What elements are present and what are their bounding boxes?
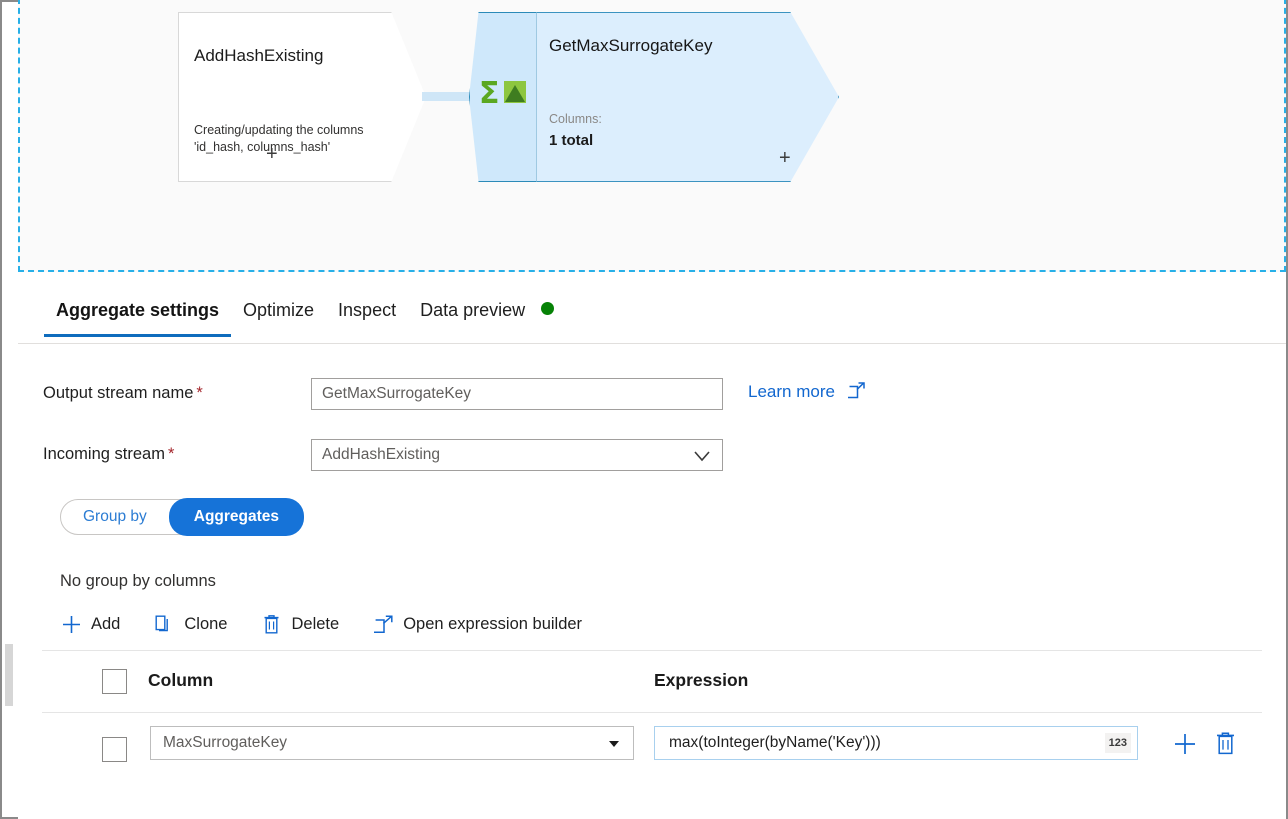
select-all-checkbox[interactable] (102, 669, 127, 694)
toggle-option-aggregates[interactable]: Aggregates (169, 498, 304, 536)
row-column-value: MaxSurrogateKey (163, 734, 287, 751)
aggregates-table: Column Expression MaxSurrogateKey max(to… (42, 650, 1262, 785)
open-expression-builder-label: Open expression builder (403, 615, 582, 634)
scrollbar-thumb[interactable] (5, 644, 13, 706)
tab-label: Optimize (243, 300, 314, 320)
add-button[interactable]: Add (60, 613, 120, 635)
panel-vertical-scrollbar[interactable] (4, 272, 14, 817)
copy-icon (153, 613, 175, 635)
tab-label: Data preview (420, 300, 525, 320)
aggregate-settings-panel: Output stream name* Learn more Incoming … (18, 344, 1286, 819)
svg-text:Σ: Σ (479, 76, 500, 111)
column-header-expression: Expression (654, 670, 748, 691)
dataflow-node-getmaxsurrogatekey[interactable]: Σ GetMaxSurrogateKey Columns: 1 total + (301, 0, 925, 194)
chevron-down-icon (692, 447, 712, 477)
tab-label: Aggregate settings (56, 300, 219, 320)
window-frame: AddHashExisting Creating/updating the co… (0, 0, 1288, 819)
incoming-stream-row: Incoming stream* AddHashExisting (43, 439, 1143, 471)
data-preview-status-dot (541, 302, 554, 315)
chevron-down-icon (609, 741, 619, 747)
transformation-tabstrip: Aggregate settings Optimize Inspect Data… (18, 288, 1286, 344)
learn-more-link[interactable]: Learn more (748, 382, 865, 404)
tab-label: Inspect (338, 300, 396, 320)
incoming-stream-dropdown[interactable]: AddHashExisting (311, 439, 723, 471)
node-title: GetMaxSurrogateKey (549, 36, 712, 56)
clone-button[interactable]: Clone (153, 613, 227, 635)
row-column-dropdown[interactable]: MaxSurrogateKey (150, 726, 634, 760)
node-columns-count: 1 total (549, 132, 593, 149)
clone-button-label: Clone (184, 615, 227, 634)
groupby-aggregates-toggle: Group by Aggregates (60, 499, 304, 535)
row-delete-button[interactable] (1214, 731, 1237, 761)
open-expression-builder-button[interactable]: Open expression builder (372, 613, 582, 635)
node-add-next-button[interactable]: + (266, 144, 278, 164)
required-marker: * (168, 445, 174, 463)
row-add-button[interactable] (1172, 731, 1198, 762)
row-expression-value: max(toInteger(byName('Key'))) (669, 727, 881, 759)
plus-icon (60, 613, 82, 635)
label-text: Incoming stream (43, 445, 165, 463)
no-group-by-columns-note: No group by columns (60, 572, 216, 591)
delete-button[interactable]: Delete (260, 613, 339, 635)
add-button-label: Add (91, 615, 120, 634)
node-columns-label: Columns: (549, 112, 602, 126)
column-header-column: Column (148, 670, 213, 691)
output-stream-name-row: Output stream name* (43, 378, 1143, 410)
incoming-stream-value: AddHashExisting (322, 446, 440, 463)
row-expression-type-badge: 123 (1105, 733, 1131, 753)
toggle-option-group-by[interactable]: Group by (61, 499, 169, 535)
incoming-stream-label: Incoming stream* (43, 445, 174, 464)
external-link-icon (372, 613, 394, 635)
tab-inspect[interactable]: Inspect (326, 288, 408, 335)
aggregate-sigma-icon: Σ (479, 72, 527, 112)
required-marker: * (196, 384, 202, 402)
node-add-next-button[interactable]: + (779, 148, 791, 168)
output-stream-name-input[interactable] (311, 378, 723, 410)
delete-button-label: Delete (291, 615, 339, 634)
table-header-row: Column Expression (42, 651, 1262, 713)
row-expression-input[interactable]: max(toInteger(byName('Key'))) 123 (654, 726, 1138, 760)
output-stream-name-label: Output stream name* (43, 384, 203, 403)
trash-icon (260, 613, 282, 635)
label-text: Output stream name (43, 384, 193, 402)
tab-data-preview[interactable]: Data preview (408, 288, 566, 335)
dataflow-canvas[interactable]: AddHashExisting Creating/updating the co… (18, 0, 1286, 272)
table-row: MaxSurrogateKey max(toInteger(byName('Ke… (42, 713, 1262, 785)
row-select-checkbox[interactable] (102, 737, 127, 762)
learn-more-label: Learn more (748, 382, 835, 401)
external-link-icon (848, 382, 865, 404)
aggregate-command-bar: Add Clone (60, 609, 615, 639)
tab-aggregate-settings[interactable]: Aggregate settings (44, 288, 231, 335)
tab-optimize[interactable]: Optimize (231, 288, 326, 335)
